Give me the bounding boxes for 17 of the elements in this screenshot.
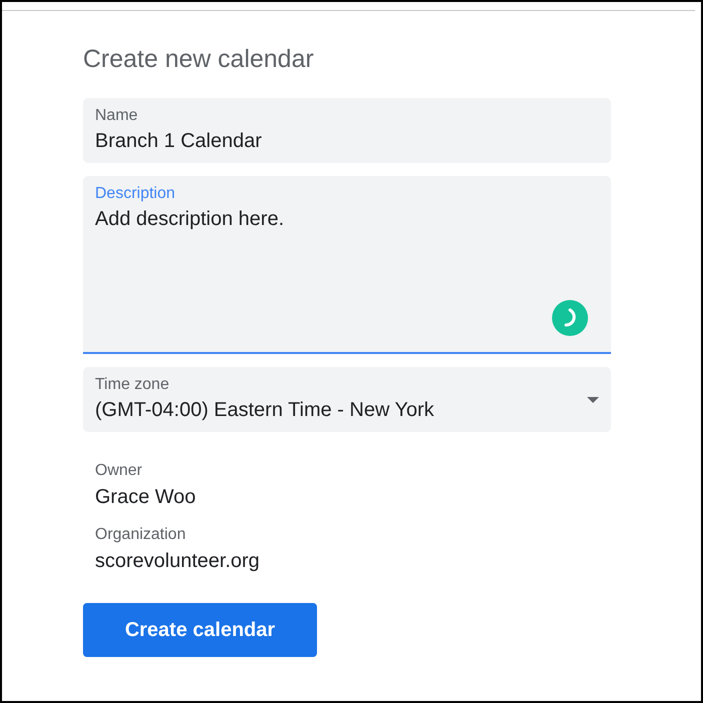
dropdown-caret-icon (587, 397, 599, 403)
field-value: (GMT-04:00) Eastern Time - New York (95, 399, 434, 422)
page-title: Create new calendar (83, 45, 315, 74)
field-value: Branch 1 Calendar (95, 130, 262, 153)
time-zone-select[interactable]: Time zone (GMT-04:00) Eastern Time - New York (83, 367, 611, 432)
field-label: Name (95, 107, 139, 125)
input-field[interactable]: Description Add description here. (83, 176, 611, 354)
create-calendar-button[interactable]: Create calendar (83, 603, 317, 657)
field-label: Description (95, 185, 176, 203)
info-label: Owner (95, 462, 144, 480)
status-circle-icon[interactable] (552, 300, 588, 336)
info-value: scorevolunteer.org (95, 550, 261, 573)
field-value: Add description here. (95, 208, 284, 231)
info-value: Grace Woo (95, 486, 197, 509)
input-field[interactable]: Name Branch 1 Calendar (83, 98, 611, 163)
field-label: Time zone (95, 376, 170, 394)
info-label: Organization (95, 526, 187, 544)
